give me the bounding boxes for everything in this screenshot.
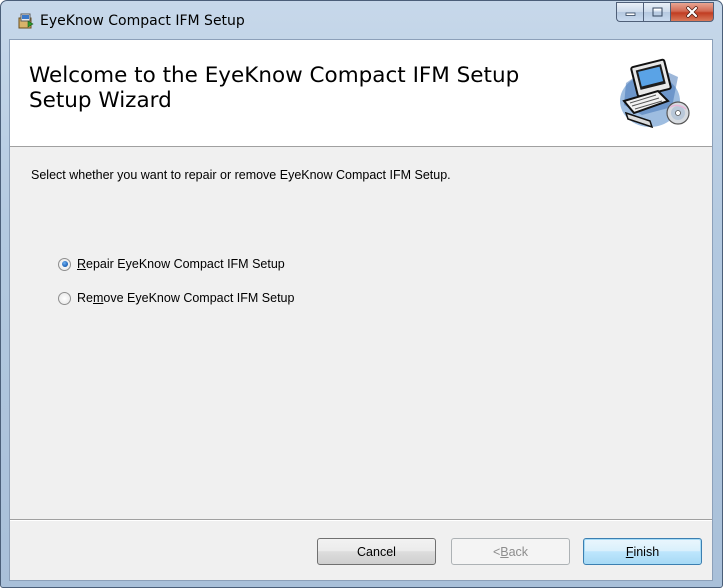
close-icon bbox=[686, 6, 698, 18]
remove-label-text: ove EyeKnow Compact IFM Setup bbox=[103, 291, 295, 305]
maximize-icon bbox=[652, 7, 662, 17]
installer-icon bbox=[18, 13, 34, 29]
remove-option[interactable]: Remove EyeKnow Compact IFM Setup bbox=[58, 291, 294, 305]
back-label-text: ack bbox=[508, 544, 529, 559]
finish-label-text: inish bbox=[633, 544, 660, 559]
minimize-icon bbox=[625, 12, 635, 16]
computer-cd-icon bbox=[620, 58, 690, 129]
finish-button[interactable]: Finish bbox=[583, 538, 702, 565]
title-bar[interactable]: EyeKnow Compact IFM Setup bbox=[1, 1, 722, 39]
repair-accelerator: R bbox=[77, 257, 87, 271]
window-title: EyeKnow Compact IFM Setup bbox=[40, 13, 245, 29]
banner-title: Welcome to the EyeKnow Compact IFM Setup… bbox=[29, 63, 589, 113]
wizard-banner: Welcome to the EyeKnow Compact IFM Setup… bbox=[10, 40, 712, 147]
banner-title-line1: Welcome to the EyeKnow Compact IFM Setup bbox=[29, 63, 520, 88]
back-prefix: < bbox=[492, 544, 501, 559]
close-button[interactable] bbox=[670, 2, 714, 22]
banner-title-line2: Setup Wizard bbox=[29, 88, 172, 113]
footer-divider bbox=[10, 519, 712, 521]
repair-option-label: Repair EyeKnow Compact IFM Setup bbox=[77, 257, 285, 271]
maximize-button[interactable] bbox=[643, 2, 670, 22]
dialog-client-area: Welcome to the EyeKnow Compact IFM Setup… bbox=[9, 39, 713, 581]
finish-accelerator: F bbox=[625, 544, 634, 559]
remove-radio[interactable] bbox=[58, 291, 71, 305]
repair-label-text: epair EyeKnow Compact IFM Setup bbox=[86, 257, 285, 271]
remove-label-prefix: Re bbox=[77, 291, 93, 305]
back-accelerator: B bbox=[500, 544, 509, 559]
instruction-text: Select whether you want to repair or rem… bbox=[31, 168, 451, 182]
remove-option-label: Remove EyeKnow Compact IFM Setup bbox=[77, 291, 294, 305]
remove-accelerator: m bbox=[92, 291, 104, 305]
minimize-button[interactable] bbox=[616, 2, 643, 22]
repair-radio[interactable] bbox=[58, 257, 71, 271]
back-button[interactable]: < Back bbox=[451, 538, 570, 565]
cancel-button[interactable]: Cancel bbox=[317, 538, 436, 565]
setup-window: EyeKnow Compact IFM Setup Welcome to the… bbox=[0, 0, 723, 588]
repair-option[interactable]: Repair EyeKnow Compact IFM Setup bbox=[58, 257, 285, 271]
caption-buttons bbox=[616, 2, 714, 23]
